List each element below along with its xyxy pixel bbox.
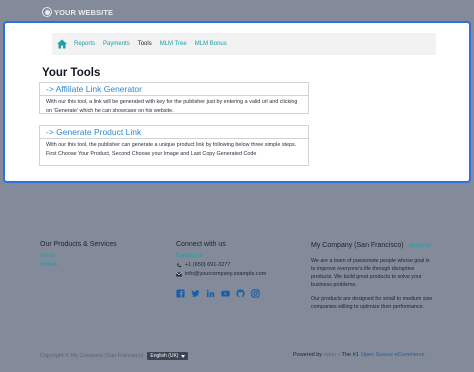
site-logo[interactable]: YOUR WEBSITE <box>42 6 113 18</box>
linkedin-icon[interactable] <box>206 289 215 298</box>
page-title: Your Tools <box>42 67 101 79</box>
powered-by: Powered by odoo - The #1 Open Source eCo… <box>293 352 425 358</box>
tool-card-product-link: -> Generate Product Link With our this t… <box>39 125 309 166</box>
twitter-icon[interactable] <box>191 289 200 298</box>
generate-product-link-link[interactable]: -> Generate Product Link <box>46 127 141 137</box>
tool-card-affiliate-link: -> Affiliate Link Generator With our thi… <box>39 82 309 114</box>
footer-products: Our Products & Services Home Affiliate <box>40 241 160 270</box>
phone-number: +1 (650) 691-3277 <box>185 262 231 268</box>
company-name: My Company (San Francisco) <box>311 242 404 249</box>
breadcrumb-reports[interactable]: Reports <box>74 41 95 47</box>
copyright-text: Copyright © My Company (San Francisco) <box>40 353 144 359</box>
top-navbar: YOUR WEBSITE <box>0 0 474 22</box>
language-label: English (UK) <box>150 353 179 359</box>
copyright: Copyright © My Company (San Francisco) E… <box>40 352 189 360</box>
breadcrumb-tools: Tools <box>137 41 152 47</box>
footer-connect: Connect with us Contact us +1 (650) 691-… <box>176 241 296 298</box>
company-products-description: Our products are designed for small to m… <box>311 296 433 310</box>
footer-company-heading: My Company (San Francisco) - About us <box>311 241 435 251</box>
social-links <box>176 289 296 298</box>
caret-down-icon <box>181 354 186 358</box>
breadcrumb-payments[interactable]: Payments <box>103 41 130 47</box>
contact-us-link[interactable]: Contact us <box>176 252 296 261</box>
footer-products-heading: Our Products & Services <box>40 241 117 248</box>
about-us-link[interactable]: - About us <box>406 243 431 249</box>
powered-by-text: Powered by <box>293 352 323 358</box>
instagram-icon[interactable] <box>251 289 260 298</box>
footer-connect-heading: Connect with us <box>176 241 226 248</box>
email-address: info@yourcompany.example.com <box>185 271 267 277</box>
tool-description: With our this tool, the publisher can ge… <box>46 142 297 158</box>
youtube-icon[interactable] <box>221 289 230 298</box>
divider <box>40 138 308 139</box>
facebook-icon[interactable] <box>176 289 185 298</box>
breadcrumb-mlm-tree[interactable]: MLM Tree <box>160 41 187 47</box>
company-description: We are a team of passionate people whose… <box>311 258 430 288</box>
phone-line: +1 (650) 691-3277 <box>176 261 296 270</box>
breadcrumb: Reports Payments Tools MLM Tree MLM Bonu… <box>52 33 436 55</box>
powered-middle-text: - The #1 <box>338 352 359 358</box>
footer-link-affiliate[interactable]: Affiliate <box>40 261 160 270</box>
tools-panel: Reports Payments Tools MLM Tree MLM Bonu… <box>3 21 471 183</box>
home-icon[interactable] <box>56 38 68 50</box>
breadcrumb-mlm-bonus[interactable]: MLM Bonus <box>195 41 227 47</box>
envelope-icon <box>176 272 182 277</box>
wordpress-icon <box>42 7 52 17</box>
affiliate-link-generator-link[interactable]: -> Affiliate Link Generator <box>46 84 142 94</box>
odoo-logo[interactable]: odoo <box>324 352 336 358</box>
divider <box>40 95 308 96</box>
email-line: info@yourcompany.example.com <box>176 270 296 279</box>
open-source-ecommerce-link[interactable]: Open Source eCommerce <box>361 352 425 358</box>
github-icon[interactable] <box>236 289 245 298</box>
logo-text: YOUR WEBSITE <box>54 7 114 17</box>
language-selector[interactable]: English (UK) <box>147 352 189 360</box>
footer-company: My Company (San Francisco) - About us We… <box>311 241 435 311</box>
tool-description: With our this tool, a link will be gener… <box>46 99 298 115</box>
footer-link-home[interactable]: Home <box>40 252 160 261</box>
phone-icon <box>177 263 182 268</box>
